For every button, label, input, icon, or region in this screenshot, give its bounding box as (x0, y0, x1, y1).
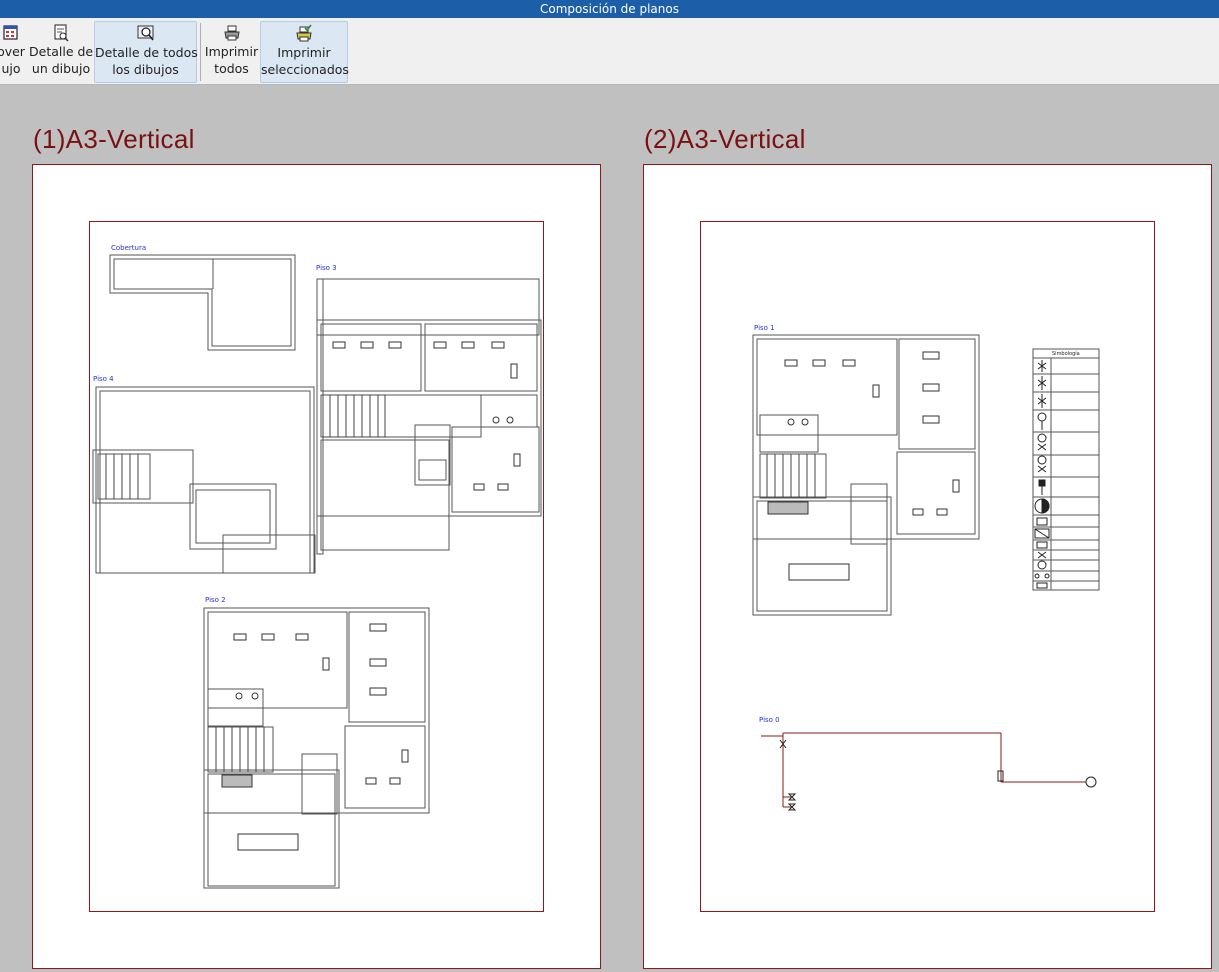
printer-selected-icon (296, 24, 312, 42)
drawing-detail-icon (54, 24, 69, 42)
piso0-label: Piso 0 (759, 716, 780, 724)
sheet-1-drawing: Cobertura Piso 3 Piso 4 Piso 2 (92, 244, 542, 889)
sheet-1-title: (1)A3-Vertical (33, 124, 195, 154)
sheet-1[interactable]: Cobertura Piso 3 Piso 4 Piso 2 (32, 164, 601, 969)
window-title: Composición de planos (0, 0, 1219, 18)
detail-all-drawings-label-2: los dibujos (112, 62, 179, 77)
piso3-label: Piso 3 (316, 264, 337, 272)
print-all-label-2: todos (214, 61, 249, 76)
piso1-label: Piso 1 (754, 324, 775, 332)
cobertura-label: Cobertura (111, 244, 146, 252)
move-drawing-button[interactable]: over ujo (0, 21, 26, 83)
print-selected-label-2: seleccionados (261, 62, 349, 77)
detail-one-drawing-label-1: Detalle de (29, 44, 94, 59)
print-all-label-1: Imprimir (204, 44, 259, 59)
print-all-button[interactable]: Imprimir todos (204, 21, 259, 83)
detail-one-drawing-label-2: un dibujo (31, 61, 91, 76)
print-selected-label-1: Imprimir (277, 45, 331, 60)
sheet-2-title: (2)A3-Vertical (644, 124, 806, 154)
move-drawing-label-1: over (0, 44, 25, 59)
sheet-canvas[interactable]: (1)A3-Vertical Cobertura Piso 3 Piso 4 P… (0, 86, 1219, 972)
detail-all-drawings-label-1: Detalle de todos (95, 45, 198, 60)
sheet-2[interactable]: Piso 1 Piso 0 Simbología (643, 164, 1212, 969)
move-drawing-label-2: ujo (1, 61, 21, 76)
print-selected-button[interactable]: Imprimir seleccionados (260, 21, 349, 83)
detail-all-drawings-button[interactable]: Detalle de todos los dibujos (94, 21, 198, 83)
detail-one-drawing-button[interactable]: Detalle de un dibujo (29, 21, 93, 83)
piso2-label: Piso 2 (205, 596, 226, 604)
sheet-1-frame: Cobertura Piso 3 Piso 4 Piso 2 (89, 221, 544, 912)
sheet-2-frame: Piso 1 Piso 0 Simbología (700, 221, 1155, 912)
piso4-label: Piso 4 (93, 375, 114, 383)
toolbar-separator (200, 23, 201, 81)
simbologia-title: Simbología (1052, 350, 1080, 357)
sheet-2-drawing: Piso 1 Piso 0 Simbología (752, 324, 1100, 811)
magnifier-icon (137, 25, 154, 41)
toolbar: over ujo Detalle de un dibujo Detalle de… (0, 18, 1219, 85)
move-drawing-icon (3, 25, 18, 40)
printer-icon (223, 25, 240, 41)
